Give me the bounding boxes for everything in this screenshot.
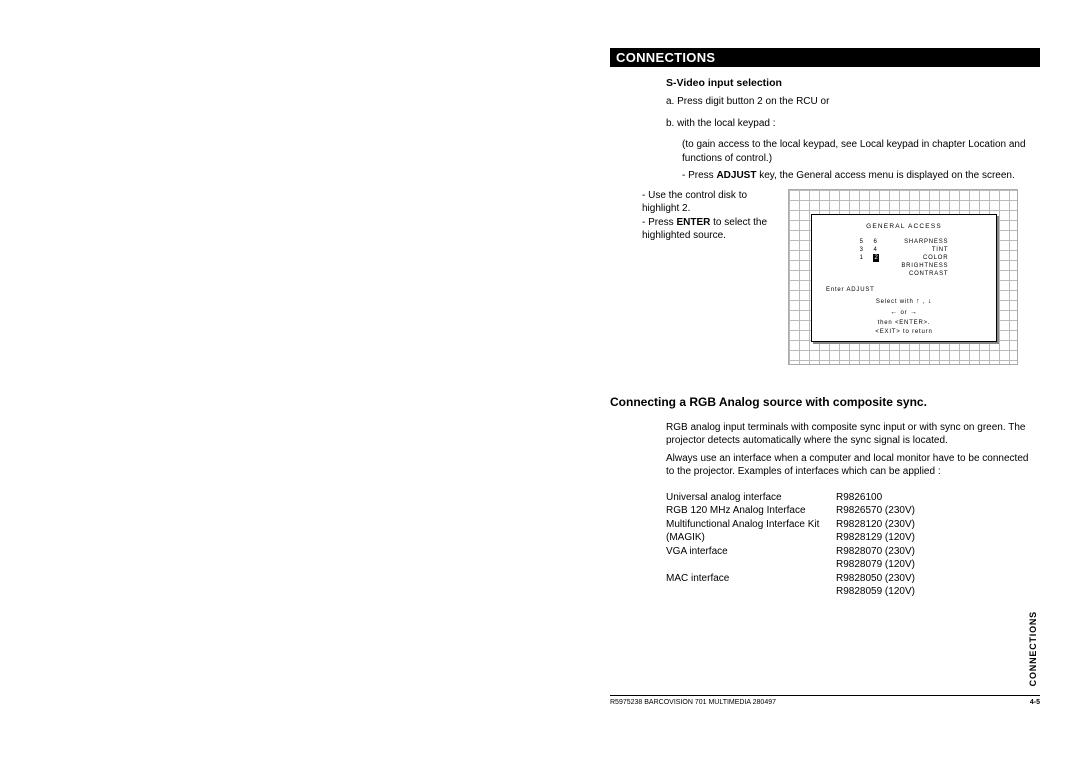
enter-adjust: Enter ADJUST	[826, 286, 996, 296]
interface-name: Multifunctional Analog Interface Kit	[666, 518, 836, 532]
page-footer: R5975238 BARCOVISION 701 MULTIMEDIA 2804…	[610, 695, 1040, 706]
two-column-block: - Use the control disk to highlight 2. -…	[610, 189, 1040, 365]
footer-doc-id: R5975238 BARCOVISION 701 MULTIMEDIA 2804…	[610, 699, 776, 706]
interface-code: R9828079 (120V)	[836, 558, 915, 572]
interface-code: R9828129 (120V)	[836, 531, 915, 545]
interface-code: R9828120 (230V)	[836, 518, 915, 532]
use-disk-line: - Use the control disk to highlight 2.	[642, 189, 774, 216]
text: - Press	[682, 170, 716, 181]
num: 6	[873, 238, 877, 246]
section-header: CONNECTIONS	[610, 48, 1040, 67]
interface-row: Universal analog interfaceR9826100	[666, 491, 1040, 505]
interface-code: R9826100	[836, 491, 882, 505]
setting: COLOR	[901, 254, 948, 262]
num: 1	[860, 254, 864, 262]
interface-row: VGA interfaceR9828070 (230V)	[666, 545, 1040, 559]
text: key, the General access menu is displaye…	[756, 170, 1014, 181]
interface-name	[666, 558, 836, 572]
interface-row: MAC interfaceR9828050 (230V)	[666, 572, 1040, 586]
svideo-adjust-line: - Press ADJUST key, the General access m…	[682, 169, 1032, 183]
svideo-step-b: b. with the local keypad :	[666, 117, 1032, 131]
interface-code: R9828070 (230V)	[836, 545, 915, 559]
manual-page: CONNECTIONS S-Video input selection a. P…	[610, 48, 1040, 728]
press-enter-line: - Press ENTER to select the highlighted …	[642, 216, 774, 243]
text: Select with	[876, 299, 914, 305]
down-arrow-icon: ↓	[928, 298, 932, 305]
panel-instructions: Enter ADJUST Select with ↑ , ↓ ← or → th…	[812, 286, 996, 338]
side-tab-label: CONNECTIONS	[1028, 611, 1038, 686]
interface-name: MAC interface	[666, 572, 836, 586]
interface-name: VGA interface	[666, 545, 836, 559]
then-enter: then <ENTER>.	[812, 319, 996, 329]
rgb-section-title: Connecting a RGB Analog source with comp…	[610, 395, 1040, 409]
adjust-key: ADJUST	[716, 170, 756, 181]
setting: CONTRAST	[901, 270, 948, 278]
interface-table: Universal analog interfaceR9826100RGB 12…	[610, 491, 1040, 599]
osd-panel: GENERAL ACCESS 5 6 3 4 1 2 SHARPNESS TINT C…	[811, 214, 997, 342]
setting: SHARPNESS	[901, 238, 948, 246]
interface-row: Multifunctional Analog Interface KitR982…	[666, 518, 1040, 532]
settings-list: SHARPNESS TINT COLOR BRIGHTNESS CONTRAST	[901, 238, 948, 278]
or-line: ← or →	[812, 307, 996, 319]
interface-name: Universal analog interface	[666, 491, 836, 505]
left-instructions: - Use the control disk to highlight 2. -…	[610, 189, 774, 365]
svideo-step-a: a. Press digit button 2 on the RCU or	[666, 95, 1032, 109]
right-arrow-icon: →	[910, 309, 918, 316]
select-with-line: Select with ↑ , ↓	[812, 296, 996, 308]
rgb-para1: RGB analog input terminals with composit…	[666, 421, 1032, 448]
svideo-note: (to gain access to the local keypad, see…	[682, 138, 1032, 165]
source-numbers: 5 6 3 4 1 2	[860, 238, 880, 278]
interface-code: R9828059 (120V)	[836, 585, 915, 599]
interface-row: R9828059 (120V)	[666, 585, 1040, 599]
left-arrow-icon: ←	[890, 309, 898, 316]
interface-name	[666, 585, 836, 599]
exit-line: <EXIT> to return	[812, 328, 996, 338]
enter-key: ENTER	[676, 217, 710, 228]
right-diagram: GENERAL ACCESS 5 6 3 4 1 2 SHARPNESS TINT C…	[788, 189, 1040, 365]
interface-name: (MAGIK)	[666, 531, 836, 545]
interface-row: RGB 120 MHz Analog InterfaceR9826570 (23…	[666, 504, 1040, 518]
num: 3	[860, 246, 864, 254]
num: 4	[873, 246, 877, 254]
interface-code: R9828050 (230V)	[836, 572, 915, 586]
num: 5	[860, 238, 864, 246]
rgb-para2: Always use an interface when a computer …	[666, 452, 1032, 479]
footer-page-number: 4-5	[1030, 699, 1040, 706]
highlighted-num: 2	[873, 254, 879, 262]
text: or	[901, 310, 908, 316]
interface-row: R9828079 (120V)	[666, 558, 1040, 572]
interface-code: R9826570 (230V)	[836, 504, 915, 518]
text: - Press	[642, 217, 676, 228]
interface-name: RGB 120 MHz Analog Interface	[666, 504, 836, 518]
interface-row: (MAGIK)R9828129 (120V)	[666, 531, 1040, 545]
up-arrow-icon: ↑	[916, 298, 920, 305]
setting: BRIGHTNESS	[901, 262, 948, 270]
panel-title: GENERAL ACCESS	[812, 223, 996, 230]
grid-background: GENERAL ACCESS 5 6 3 4 1 2 SHARPNESS TINT C…	[788, 189, 1018, 365]
svideo-heading: S-Video input selection	[666, 77, 1040, 89]
setting: TINT	[901, 246, 948, 254]
